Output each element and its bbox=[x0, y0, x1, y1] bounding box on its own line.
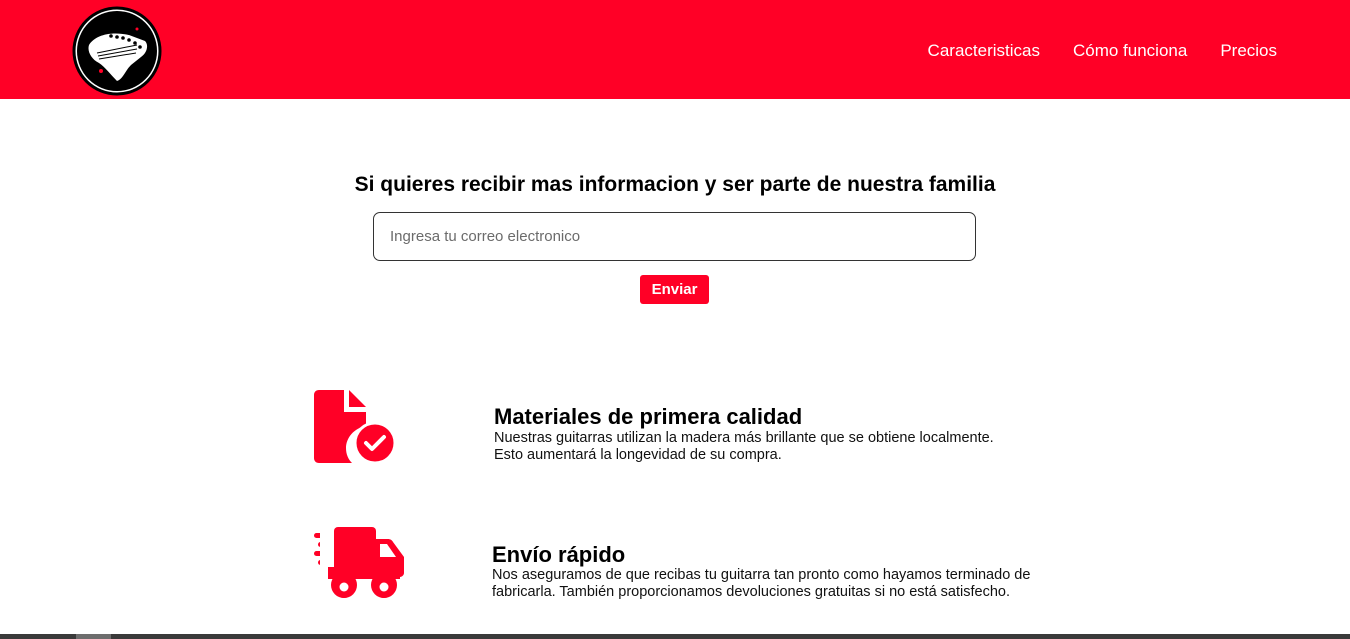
email-input[interactable] bbox=[373, 212, 976, 261]
main-nav: Caracteristicas Cómo funciona Precios bbox=[928, 39, 1277, 63]
feature-description: Nuestras guitarras utilizan la madera má… bbox=[494, 430, 994, 463]
feature-title: Materiales de primera calidad bbox=[494, 404, 803, 429]
nav-link-precios[interactable]: Precios bbox=[1220, 39, 1277, 63]
fast-truck-icon bbox=[314, 527, 404, 598]
file-check-icon bbox=[314, 390, 397, 464]
guitar-headstock-logo[interactable] bbox=[71, 5, 163, 97]
send-button[interactable]: Enviar bbox=[640, 275, 709, 304]
scrollbar-thumb[interactable] bbox=[76, 634, 111, 639]
feature-description: Nos aseguramos de que recibas tu guitarr… bbox=[492, 567, 1031, 600]
signup-title: Si quieres recibir mas informacion y ser… bbox=[354, 173, 996, 196]
feature-title: Envío rápido bbox=[492, 542, 626, 567]
nav-link-como-funciona[interactable]: Cómo funciona bbox=[1073, 39, 1187, 63]
nav-link-caracteristicas[interactable]: Caracteristicas bbox=[928, 39, 1040, 63]
horizontal-scrollbar[interactable] bbox=[0, 634, 1350, 639]
site-header: Caracteristicas Cómo funciona Precios bbox=[0, 0, 1350, 99]
